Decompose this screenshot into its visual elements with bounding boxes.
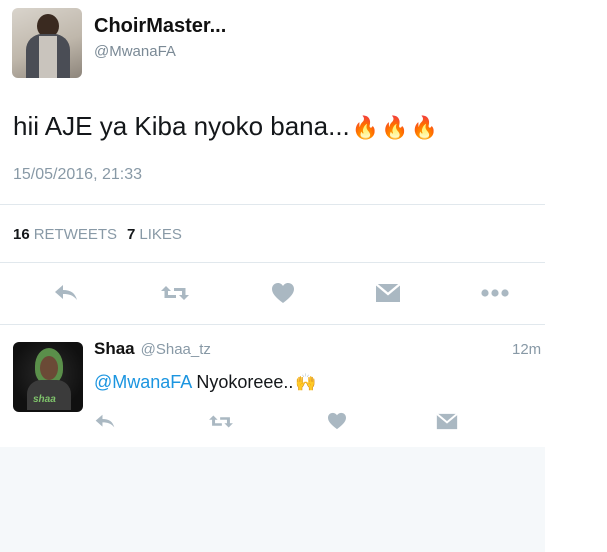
like-icon[interactable] — [324, 408, 350, 434]
retweets-stat[interactable]: 16 RETWEETS — [13, 226, 117, 243]
reply-text-body: Nyokoreee.. — [196, 372, 294, 392]
message-icon[interactable] — [434, 408, 460, 434]
likes-count: 7 — [127, 226, 136, 243]
retweet-icon[interactable] — [207, 408, 235, 434]
reply-mention-link[interactable]: @MwanaFA — [94, 372, 191, 392]
avatar-face — [40, 356, 58, 380]
tweet-text: hii AJE ya Kiba nyoko bana...🔥🔥🔥 — [13, 111, 438, 142]
author-display-name[interactable]: ChoirMaster... — [94, 15, 226, 38]
divider — [0, 204, 545, 205]
retweet-icon[interactable] — [160, 278, 190, 308]
fire-emoji-icon: 🔥 — [410, 115, 438, 140]
tweet-stats: 16 RETWEETS 7 LIKES — [13, 226, 182, 243]
avatar-shirt — [39, 36, 57, 78]
more-icon[interactable] — [480, 278, 510, 308]
message-icon[interactable] — [373, 278, 403, 308]
divider — [0, 262, 545, 263]
tweet-action-bar — [0, 278, 545, 308]
divider — [0, 324, 545, 325]
screen-edge-background — [545, 0, 607, 552]
avatar-logo-text: shaa — [33, 394, 56, 405]
likes-label: LIKES — [139, 226, 182, 243]
reply-display-name[interactable]: Shaa — [94, 339, 135, 358]
retweets-label: RETWEETS — [33, 226, 118, 243]
retweets-count: 16 — [13, 226, 30, 243]
reply-action-bar — [0, 408, 545, 434]
tweet-text-body: hii AJE ya Kiba nyoko bana... — [13, 111, 350, 141]
like-icon[interactable] — [268, 278, 298, 308]
author-avatar[interactable] — [12, 8, 82, 78]
reply-time: 12m — [512, 341, 542, 358]
reply-handle[interactable]: @Shaa_tz — [141, 341, 211, 358]
reply-text: @MwanaFA Nyokoreee.. 🙌 — [94, 372, 317, 393]
fire-emoji-icon: 🔥 — [351, 115, 380, 140]
fire-emoji-icon: 🔥 — [381, 115, 409, 140]
tweet-timestamp: 15/05/2016, 21:33 — [13, 166, 143, 183]
author-handle[interactable]: @MwanaFA — [94, 43, 176, 60]
reply-icon[interactable] — [92, 408, 118, 434]
reply-author-avatar[interactable]: shaa — [13, 342, 83, 412]
tweet-detail-view: ChoirMaster... @MwanaFA hii AJE ya Kiba … — [0, 0, 545, 552]
raised-hands-emoji-icon: 🙌 — [295, 373, 317, 392]
reply-icon[interactable] — [51, 278, 81, 308]
reply-header: Shaa @Shaa_tz — [94, 339, 211, 359]
likes-stat[interactable]: 7 LIKES — [127, 226, 182, 243]
empty-timeline-area — [0, 447, 545, 552]
